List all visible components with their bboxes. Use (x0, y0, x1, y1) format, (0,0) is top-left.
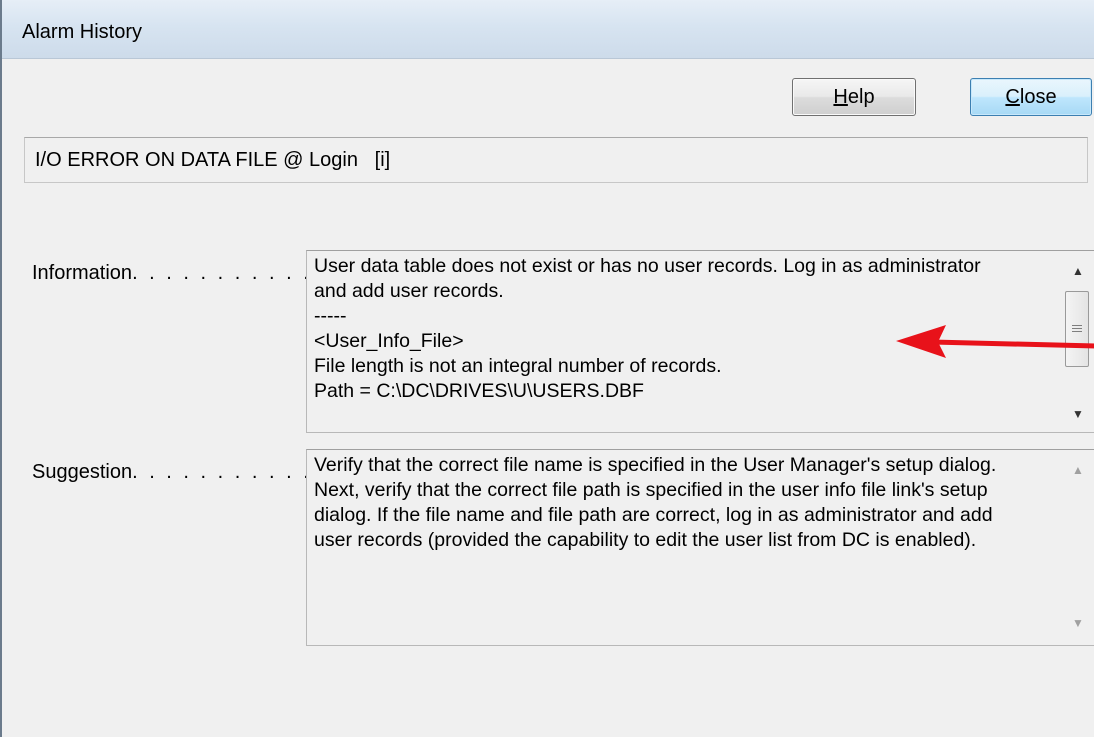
title-bar[interactable]: Alarm History (2, 0, 1094, 59)
information-text-line: File length is not an integral number of… (314, 355, 722, 377)
close-button-label: Close (1005, 85, 1057, 108)
suggestion-text-line: user records (provided the capability to… (314, 529, 977, 551)
error-message-text: I/O ERROR ON DATA FILE @ Login [i] (35, 149, 391, 171)
scroll-up-arrow-icon[interactable]: ▲ (1061, 257, 1094, 285)
information-text-line: Path = C:\DC\DRIVES\U\USERS.DBF (314, 380, 644, 402)
scroll-down-arrow-icon[interactable]: ▼ (1061, 609, 1094, 637)
information-text-line: ----- (314, 305, 347, 327)
information-label: Information (32, 262, 133, 284)
help-button-label: Help (833, 85, 875, 108)
grip-icon (1072, 324, 1082, 334)
suggestion-scrollbar[interactable]: ▲ ▼ (1061, 450, 1094, 645)
scroll-down-arrow-icon[interactable]: ▼ (1061, 400, 1094, 428)
information-text-line: and add user records. (314, 280, 504, 302)
window-title: Alarm History (22, 21, 143, 43)
suggestion-text: Verify that the correct file name is spe… (314, 453, 1051, 553)
suggestion-text-line: dialog. If the file name and file path a… (314, 504, 993, 526)
suggestion-text-line: Next, verify that the correct file path … (314, 479, 988, 501)
information-text: User data table does not exist or has no… (314, 254, 1051, 404)
scroll-up-arrow-icon[interactable]: ▲ (1061, 456, 1094, 484)
information-scrollbar[interactable]: ▲ ▼ (1061, 251, 1094, 432)
suggestion-textarea[interactable]: Verify that the correct file name is spe… (306, 449, 1094, 646)
suggestion-text-line: Verify that the correct file name is spe… (314, 454, 997, 476)
help-button[interactable]: Help (792, 78, 916, 116)
information-scroll-thumb[interactable] (1065, 291, 1089, 367)
information-text-line: <User_Info_File> (314, 330, 464, 352)
close-button[interactable]: Close (970, 78, 1092, 116)
information-text-line: User data table does not exist or has no… (314, 255, 981, 277)
error-message-field: I/O ERROR ON DATA FILE @ Login [i] (24, 137, 1088, 183)
suggestion-label: Suggestion (32, 461, 133, 483)
alarm-history-window: Alarm History Help Close I/O ERROR ON DA… (0, 0, 1094, 737)
information-textarea[interactable]: User data table does not exist or has no… (306, 250, 1094, 433)
